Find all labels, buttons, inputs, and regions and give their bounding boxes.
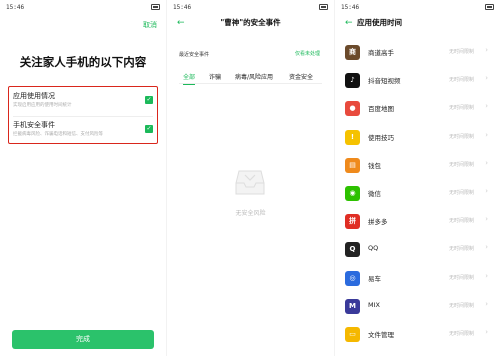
time-limit-label: 无时间限制 [448,331,474,337]
option-label: 应用使用情况 [13,92,55,100]
option-desc: 实现启用应用的使用时间统计 [13,103,72,108]
page-title: "曹神"的安全事件 [220,18,281,27]
unhandled-only-link[interactable]: 仅看未处理 [295,50,320,57]
empty-inbox-icon [235,170,265,195]
header: ← 应用使用时间 [335,16,500,30]
business-game-icon: 商 [345,45,360,60]
page-title: 应用使用时间 [357,18,402,27]
battery-icon [319,4,328,10]
checkbox[interactable]: ✓ [145,125,153,133]
cancel-button[interactable]: 取消 [143,20,157,30]
app-name: MIX [368,300,380,309]
app-row[interactable]: M MIX 无时间限制 › [335,296,500,320]
app-name: 抖音短视频 [368,77,401,86]
qq-icon: Q [345,242,360,258]
status-bar: 15:46 [173,4,328,14]
chevron-right-icon: › [485,102,488,111]
chevron-right-icon: › [485,328,488,336]
status-bar: 15:46 [6,4,160,14]
checkbox[interactable]: ✓ [145,96,153,104]
baidu-map-icon: ● [345,101,360,117]
status-time: 15:46 [6,4,25,11]
option-app-usage[interactable]: 应用使用情况 实现启用应用的使用时间统计 ✓ [13,89,153,115]
chevron-right-icon: › [485,215,488,224]
done-button[interactable]: 完成 [12,330,154,349]
time-limit-label: 无时间限制 [448,218,474,225]
time-limit-label: 无时间限制 [448,246,474,253]
option-security-events[interactable]: 手机安全事件 拦截病毒风险、诈骗电话和短信、支付风险等 ✓ [13,118,153,144]
app-name: 钱包 [368,161,381,170]
app-name: 拼多多 [368,218,388,227]
family-content-screen: 15:46 取消 关注家人手机的以下内容 应用使用情况 实现启用应用的使用时间统… [0,0,166,356]
time-limit-label: 无时间限制 [448,105,474,112]
douyin-icon: ♪ [345,73,360,89]
tips-icon: ! [345,129,360,145]
time-limit-label: 无时间限制 [448,190,474,196]
app-row[interactable]: ! 使用技巧 无时间限制 › [335,127,500,151]
file-manager-icon: ▭ [345,327,360,342]
time-limit-label: 无时间限制 [448,274,474,281]
wechat-icon: ◉ [345,186,360,201]
chevron-right-icon: › [485,74,488,83]
battery-icon [151,4,160,10]
section-subtitle: 最近安全事件 [179,52,210,58]
chevron-right-icon: › [485,187,488,195]
tab-fraud[interactable]: 诈骗 [209,72,221,81]
empty-state-text: 无安全风险 [235,210,266,217]
chevron-right-icon: › [485,299,488,308]
yiche-icon: ◎ [345,270,360,286]
chevron-right-icon: › [485,130,488,139]
app-row[interactable]: 商商道高手 无时间限制 › [335,42,500,66]
app-name: 商道高手 [368,49,394,57]
app-row[interactable]: ◎ 易车 无时间限制 › [335,268,500,292]
app-usage-screen: 15:46 ← 应用使用时间 商商道高手 无时间限制 › ♪ 抖音短视频 无时间限制 › ● 百… [335,0,500,356]
security-events-screen: 15:46 ← "曹神"的安全事件 最近安全事件 仅看未处理 全部 诈骗 病毒/… [167,0,334,356]
status-bar: 15:46 [341,4,494,14]
option-label: 手机安全事件 [13,121,55,129]
chevron-right-icon: › [485,158,488,167]
page-title: 关注家人手机的以下内容 [19,55,147,69]
app-name: 文件管理 [368,331,394,339]
header: ← "曹神"的安全事件 [167,16,334,30]
chevron-right-icon: › [485,271,488,280]
tab-bar: 全部 诈骗 病毒/风险应用 资金安全 [179,70,322,85]
tab-virus[interactable]: 病毒/风险应用 [235,72,273,81]
app-name: 使用技巧 [368,133,394,142]
app-row[interactable]: ▤ 钱包 无时间限制 › [335,155,500,179]
app-row[interactable]: ● 百度地图 无时间限制 › [335,98,500,122]
chevron-right-icon: › [485,243,488,252]
wallet-icon: ▤ [345,157,360,173]
app-row[interactable]: ♪ 抖音短视频 无时间限制 › [335,70,500,94]
app-name: 微信 [368,190,381,198]
battery-icon [485,4,494,10]
back-arrow-icon[interactable]: ← [345,16,353,30]
mix-icon: M [345,298,360,314]
time-limit-label: 无时间限制 [448,49,474,55]
divider [13,116,153,117]
option-desc: 拦截病毒风险、诈骗电话和短信、支付风险等 [13,132,103,137]
app-row[interactable]: ◉ 微信 无时间限制 › [335,183,500,207]
app-row[interactable]: Q QQ 无时间限制 › [335,239,500,263]
app-name: 易车 [368,274,381,283]
app-name: QQ [368,244,379,253]
time-limit-label: 无时间限制 [448,161,474,168]
time-limit-label: 无时间限制 [448,77,474,84]
app-row[interactable]: ▭ 文件管理 无时间限制 › [335,324,500,348]
chevron-right-icon: › [485,46,488,54]
tab-funds[interactable]: 资金安全 [289,72,313,81]
tab-all[interactable]: 全部 [183,72,196,85]
app-row[interactable]: 拼拼多多 无时间限制 › [335,211,500,235]
status-time: 15:46 [173,4,192,11]
pinduoduo-icon: 拼 [345,214,360,230]
time-limit-label: 无时间限制 [448,302,474,309]
app-name: 百度地图 [368,105,394,114]
options-card: 应用使用情况 实现启用应用的使用时间统计 ✓ 手机安全事件 拦截病毒风险、诈骗电… [8,86,158,144]
status-time: 15:46 [341,4,360,11]
time-limit-label: 无时间限制 [448,133,474,140]
